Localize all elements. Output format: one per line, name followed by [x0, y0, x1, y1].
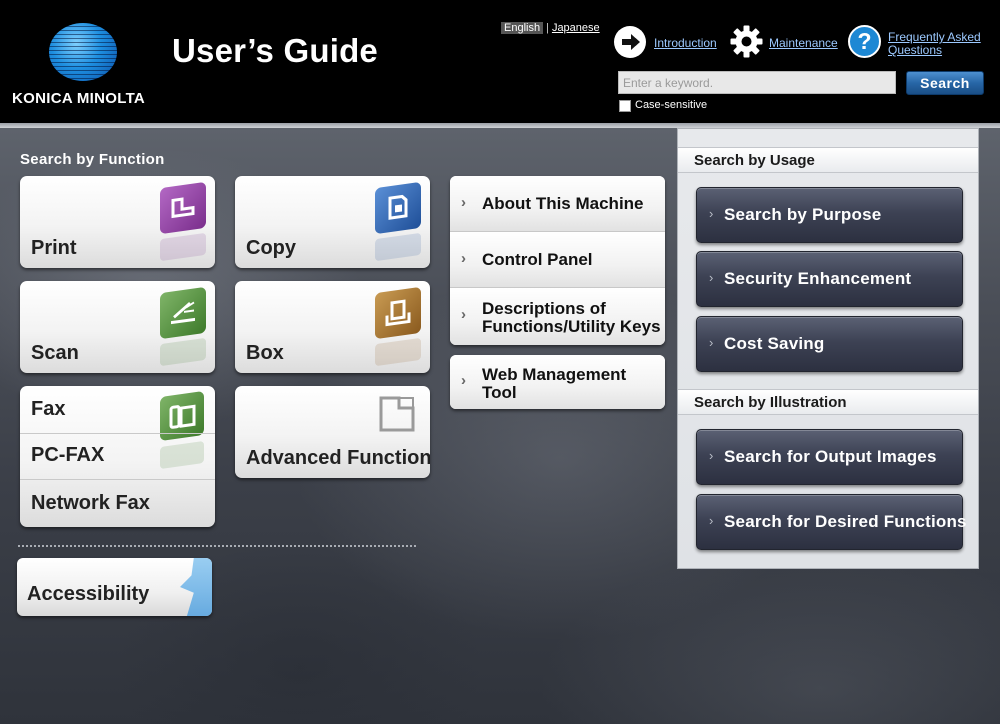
- chevron-right-icon: ›: [709, 270, 714, 285]
- security-enhancement-button[interactable]: › Security Enhancement: [696, 251, 963, 307]
- descriptions-of-functions-label-line2: Functions/Utility Keys: [482, 317, 661, 336]
- search-for-desired-functions-label: Search for Desired Functions: [724, 512, 967, 531]
- about-this-machine-label: About This Machine: [482, 194, 644, 213]
- fax-item[interactable]: Fax: [20, 386, 215, 434]
- case-sensitive-label: Case-sensitive: [635, 99, 708, 111]
- network-fax-item[interactable]: Network Fax: [20, 480, 215, 527]
- advanced-function-icon: [377, 394, 417, 434]
- print-icon-reflection: [160, 232, 206, 262]
- introduction-link[interactable]: Introduction: [654, 36, 717, 50]
- search-by-illustration-heading-text: Search by Illustration: [694, 394, 847, 411]
- arrow-right-circle-icon[interactable]: [614, 26, 646, 58]
- print-icon: [160, 181, 206, 235]
- scan-tile-label: Scan: [31, 342, 79, 364]
- maintenance-link[interactable]: Maintenance: [769, 36, 838, 50]
- about-this-machine-item[interactable]: › About This Machine: [450, 176, 665, 232]
- page-title: User’s Guide: [172, 32, 378, 69]
- print-tile-label: Print: [31, 237, 77, 259]
- header-bar: KONICA MINOLTA User’s Guide English | Japa…: [0, 0, 1000, 124]
- box-tile-label: Box: [246, 342, 284, 364]
- question-mark-icon[interactable]: ?: [848, 25, 881, 58]
- descriptions-of-functions-item[interactable]: › Descriptions of Functions/Utility Keys: [450, 288, 665, 345]
- search-by-illustration-heading: Search by Illustration: [678, 389, 978, 415]
- right-search-panel: Search by Usage › Search by Purpose › Se…: [677, 128, 979, 569]
- search-for-output-images-button[interactable]: › Search for Output Images: [696, 429, 963, 485]
- search-button[interactable]: Search: [906, 71, 984, 95]
- case-sensitive-checkbox[interactable]: [619, 100, 631, 112]
- language-link-japanese[interactable]: Japanese: [552, 22, 600, 34]
- faq-link-line2[interactable]: Questions: [888, 43, 942, 57]
- web-management-tool-label-line1: Web Management: [482, 365, 627, 384]
- fax-tile: Fax PC-FAX Network Fax: [20, 386, 215, 527]
- language-separator: |: [546, 22, 549, 34]
- control-panel-item[interactable]: › Control Panel: [450, 232, 665, 288]
- network-fax-item-label: Network Fax: [31, 492, 150, 514]
- keyword-search-input[interactable]: [618, 71, 896, 94]
- web-management-tool-panel: › Web Management Tool: [450, 355, 665, 409]
- chevron-right-icon: ›: [709, 206, 714, 221]
- accessibility-tile-label: Accessibility: [27, 583, 150, 605]
- scan-icon-reflection: [160, 337, 206, 367]
- cost-saving-button[interactable]: › Cost Saving: [696, 316, 963, 372]
- konica-minolta-globe-logo: [49, 23, 117, 81]
- gear-icon[interactable]: [730, 25, 763, 58]
- box-tile[interactable]: Box: [235, 281, 430, 373]
- control-panel-label: Control Panel: [482, 250, 593, 269]
- search-for-output-images-label: Search for Output Images: [724, 447, 937, 466]
- copy-tile[interactable]: Copy: [235, 176, 430, 268]
- search-for-desired-functions-button[interactable]: › Search for Desired Functions: [696, 494, 967, 550]
- box-icon: [375, 286, 421, 340]
- cost-saving-label: Cost Saving: [724, 334, 825, 353]
- faq-link-line1[interactable]: Frequently Asked: [888, 30, 981, 44]
- chevron-right-icon: ›: [461, 250, 466, 267]
- chevron-right-icon: ›: [709, 335, 714, 350]
- advanced-function-tile[interactable]: Advanced Function: [235, 386, 430, 478]
- accessibility-tile[interactable]: Accessibility: [17, 558, 212, 616]
- brand-logo-text: KONICA MINOLTA: [12, 90, 146, 107]
- fax-item-label: Fax: [31, 398, 66, 420]
- chevron-right-icon: ›: [709, 448, 714, 463]
- advanced-function-tile-label: Advanced Function: [246, 447, 430, 469]
- search-by-function-heading: Search by Function: [20, 151, 165, 168]
- search-by-usage-heading: Search by Usage: [678, 147, 978, 173]
- security-enhancement-label: Security Enhancement: [724, 269, 912, 288]
- descriptions-of-functions-label-line1: Descriptions of: [482, 299, 606, 318]
- chevron-right-icon: ›: [461, 372, 466, 389]
- search-by-purpose-label: Search by Purpose: [724, 205, 882, 224]
- scan-icon: [160, 286, 206, 340]
- section-divider: [18, 545, 416, 547]
- language-current: English: [501, 22, 544, 34]
- chevron-right-icon: ›: [461, 306, 466, 323]
- print-tile[interactable]: Print: [20, 176, 215, 268]
- copy-icon-reflection: [375, 232, 421, 262]
- chevron-right-icon: ›: [461, 194, 466, 211]
- copy-icon: [375, 181, 421, 235]
- web-management-tool-label-line2: Tool: [482, 383, 517, 402]
- accessibility-icon: [180, 558, 212, 616]
- language-switcher: English | Japanese: [501, 22, 600, 34]
- box-icon-reflection: [375, 337, 421, 367]
- search-by-usage-heading-text: Search by Usage: [694, 152, 815, 169]
- search-by-purpose-button[interactable]: › Search by Purpose: [696, 187, 963, 243]
- scan-tile[interactable]: Scan: [20, 281, 215, 373]
- pc-fax-item-label: PC-FAX: [31, 444, 105, 466]
- chevron-right-icon: ›: [709, 513, 714, 528]
- copy-tile-label: Copy: [246, 237, 296, 259]
- machine-info-list: › About This Machine › Control Panel › D…: [450, 176, 665, 345]
- web-management-tool-item[interactable]: › Web Management Tool: [450, 355, 665, 409]
- pc-fax-item[interactable]: PC-FAX: [20, 432, 215, 480]
